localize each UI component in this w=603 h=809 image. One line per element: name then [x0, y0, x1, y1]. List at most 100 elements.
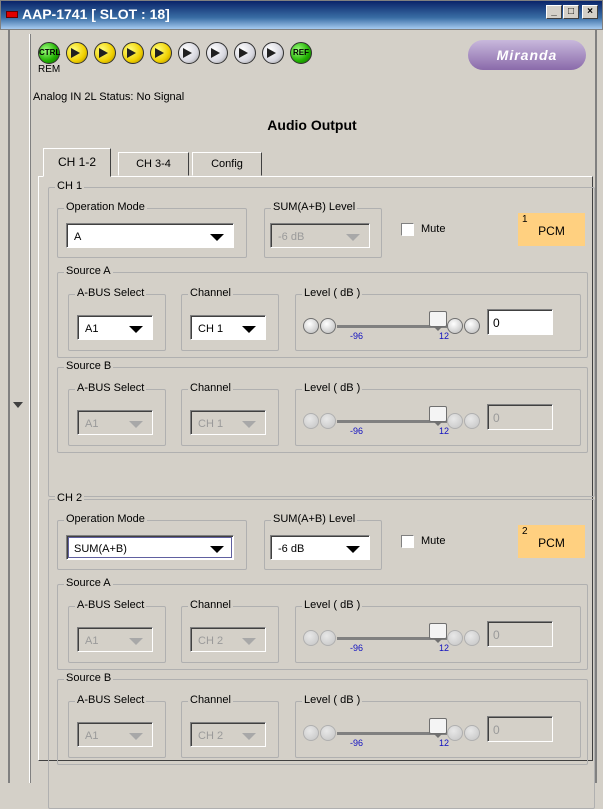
status-led-3[interactable]	[122, 42, 144, 64]
chevron-down-icon	[346, 234, 360, 241]
ch2-source-a-min-tick: -96	[350, 643, 364, 653]
ch2-source-a-level-input: 0	[487, 621, 553, 647]
ch1-source-a-bus-select-value: A1	[85, 323, 99, 335]
rem-label: REM	[38, 64, 61, 75]
ch2-source-b-level-group-label: Level ( dB )	[302, 694, 363, 706]
status-led-7[interactable]	[234, 42, 256, 64]
collapse-sidebar[interactable]	[10, 34, 30, 783]
ch1-source-b-fast-fwd-button	[464, 413, 480, 429]
ch1-source-b-level-group-label: Level ( dB )	[302, 382, 363, 394]
minimize-button[interactable]: _	[546, 5, 562, 19]
ch2-source-b-bus-group-label: A-BUS Select	[75, 694, 147, 706]
ch1-source-b-level-input: 0	[487, 404, 553, 430]
ch2-sum-select-value: -6 dB	[278, 543, 305, 555]
ch2-source-b-channel-select: CH 2	[190, 722, 266, 747]
ch1-source-b-channel-group-label: Channel	[188, 382, 233, 394]
ch1-source-a-level-thumb[interactable]	[429, 311, 447, 331]
ch2-source-b-rewind-button	[303, 725, 319, 741]
ch1-source-b-step-back-button	[320, 413, 336, 429]
ch2-mute-checkbox[interactable]	[401, 535, 414, 548]
ch1-source-a-rewind-button[interactable]	[303, 318, 319, 334]
ch2-source-a-bus-group-label: A-BUS Select	[75, 599, 147, 611]
ch2-source-b-min-tick: -96	[350, 738, 364, 748]
chevron-down-icon	[210, 546, 224, 553]
chevron-down-icon	[242, 638, 256, 645]
brand-logo: Miranda	[468, 40, 586, 70]
ch1-source-b-min-tick: -96	[350, 426, 364, 436]
ch1-mute-label: Mute	[421, 223, 446, 235]
ch2-source-a-bus-select-value: A1	[85, 635, 99, 647]
chevron-down-icon	[129, 326, 143, 333]
ch1-source-a-step-fwd-button[interactable]	[447, 318, 463, 334]
pcm-label: PCM	[538, 536, 565, 550]
ch1-source-a-fast-fwd-button[interactable]	[464, 318, 480, 334]
ch2-sum-select[interactable]: -6 dB	[270, 535, 370, 560]
ch1-source-b-level-thumb	[429, 406, 447, 426]
ch1-source-b-bus-select: A1	[77, 410, 153, 435]
ch2-source-b-fast-fwd-button	[464, 725, 480, 741]
arrow-right-icon	[183, 48, 192, 58]
ch1-pcm-badge: 1 PCM	[518, 213, 585, 246]
ch2-source-b-step-back-button	[320, 725, 336, 741]
arrow-right-icon	[211, 48, 220, 58]
ch1-source-b-channel-select: CH 1	[190, 410, 266, 435]
ch1-source-a-channel-select[interactable]: CH 1	[190, 315, 266, 340]
status-led-4[interactable]	[150, 42, 172, 64]
ch1-sum-select: -6 dB	[270, 223, 370, 248]
ch2-sum-group-label: SUM(A+B) Level	[271, 513, 358, 525]
ch2-source-a-rewind-button	[303, 630, 319, 646]
arrow-right-icon	[267, 48, 276, 58]
ch2-pcm-badge: 2 PCM	[518, 525, 585, 558]
ch1-source-b-max-tick: 12	[439, 426, 450, 436]
status-led-2[interactable]	[94, 42, 116, 64]
ch2-source-a-step-fwd-button	[447, 630, 463, 646]
status-led-0[interactable]: CTRL	[38, 42, 60, 64]
ch2-group-label: CH 2	[55, 492, 85, 504]
ch1-mute-checkbox[interactable]	[401, 223, 414, 236]
status-led-6[interactable]	[206, 42, 228, 64]
ch1-source-a-max-tick: 12	[439, 331, 450, 341]
ch1-sum-select-value: -6 dB	[278, 231, 305, 243]
ch1-source-a-step-back-button[interactable]	[320, 318, 336, 334]
input-status: Analog IN 2L Status: No Signal	[33, 91, 185, 103]
ch1-opmode-select[interactable]: A	[66, 223, 234, 248]
status-led-9[interactable]: REF	[290, 42, 312, 64]
ch1-group-label: CH 1	[55, 180, 85, 192]
ch1-source-a-level-input[interactable]: 0	[487, 309, 553, 335]
chevron-down-icon	[346, 546, 360, 553]
ch2-source-a-fast-fwd-button	[464, 630, 480, 646]
status-led-5[interactable]	[178, 42, 200, 64]
window-title: AAP-1741 [ SLOT : 18]	[22, 6, 170, 22]
arrow-right-icon	[127, 48, 136, 58]
chevron-down-icon	[129, 421, 143, 428]
status-led-1[interactable]	[66, 42, 88, 64]
ch1-source-b-bus-select-value: A1	[85, 418, 99, 430]
ch2-source-a-level-thumb	[429, 623, 447, 643]
chevron-down-icon	[242, 421, 256, 428]
maximize-button[interactable]: □	[563, 5, 579, 19]
ch2-source-a-max-tick: 12	[439, 643, 450, 653]
chevron-down-icon	[242, 326, 256, 333]
status-led-8[interactable]	[262, 42, 284, 64]
collapse-arrow-icon[interactable]	[13, 402, 23, 408]
ch2-opmode-group-label: Operation Mode	[64, 513, 147, 525]
arrow-right-icon	[71, 48, 80, 58]
ch1-source-b-channel-select-value: CH 1	[198, 418, 224, 430]
close-button[interactable]: ×	[582, 5, 598, 19]
tab-config[interactable]: Config	[192, 152, 262, 176]
ch1-opmode-select-value: A	[74, 231, 82, 243]
ch2-source-b-bus-select-value: A1	[85, 730, 99, 742]
ch1-source-a-bus-select[interactable]: A1	[77, 315, 153, 340]
ch2-opmode-select-value: SUM(A+B)	[74, 543, 127, 555]
pcm-label: PCM	[538, 224, 565, 238]
ch1-source-a-level-group-label: Level ( dB )	[302, 287, 363, 299]
ch1-source-a-bus-group-label: A-BUS Select	[75, 287, 147, 299]
ch2-source-b-step-fwd-button	[447, 725, 463, 741]
led-label: CTRL	[39, 48, 61, 57]
ch1-source-a-channel-select-value: CH 1	[198, 323, 224, 335]
ch1-source-b-bus-group-label: A-BUS Select	[75, 382, 147, 394]
ch2-opmode-select[interactable]: SUM(A+B)	[66, 535, 234, 560]
tab-ch12[interactable]: CH 1-2	[43, 148, 111, 177]
tab-ch34[interactable]: CH 3-4	[118, 152, 189, 176]
ch2-source-b-level-thumb	[429, 718, 447, 738]
